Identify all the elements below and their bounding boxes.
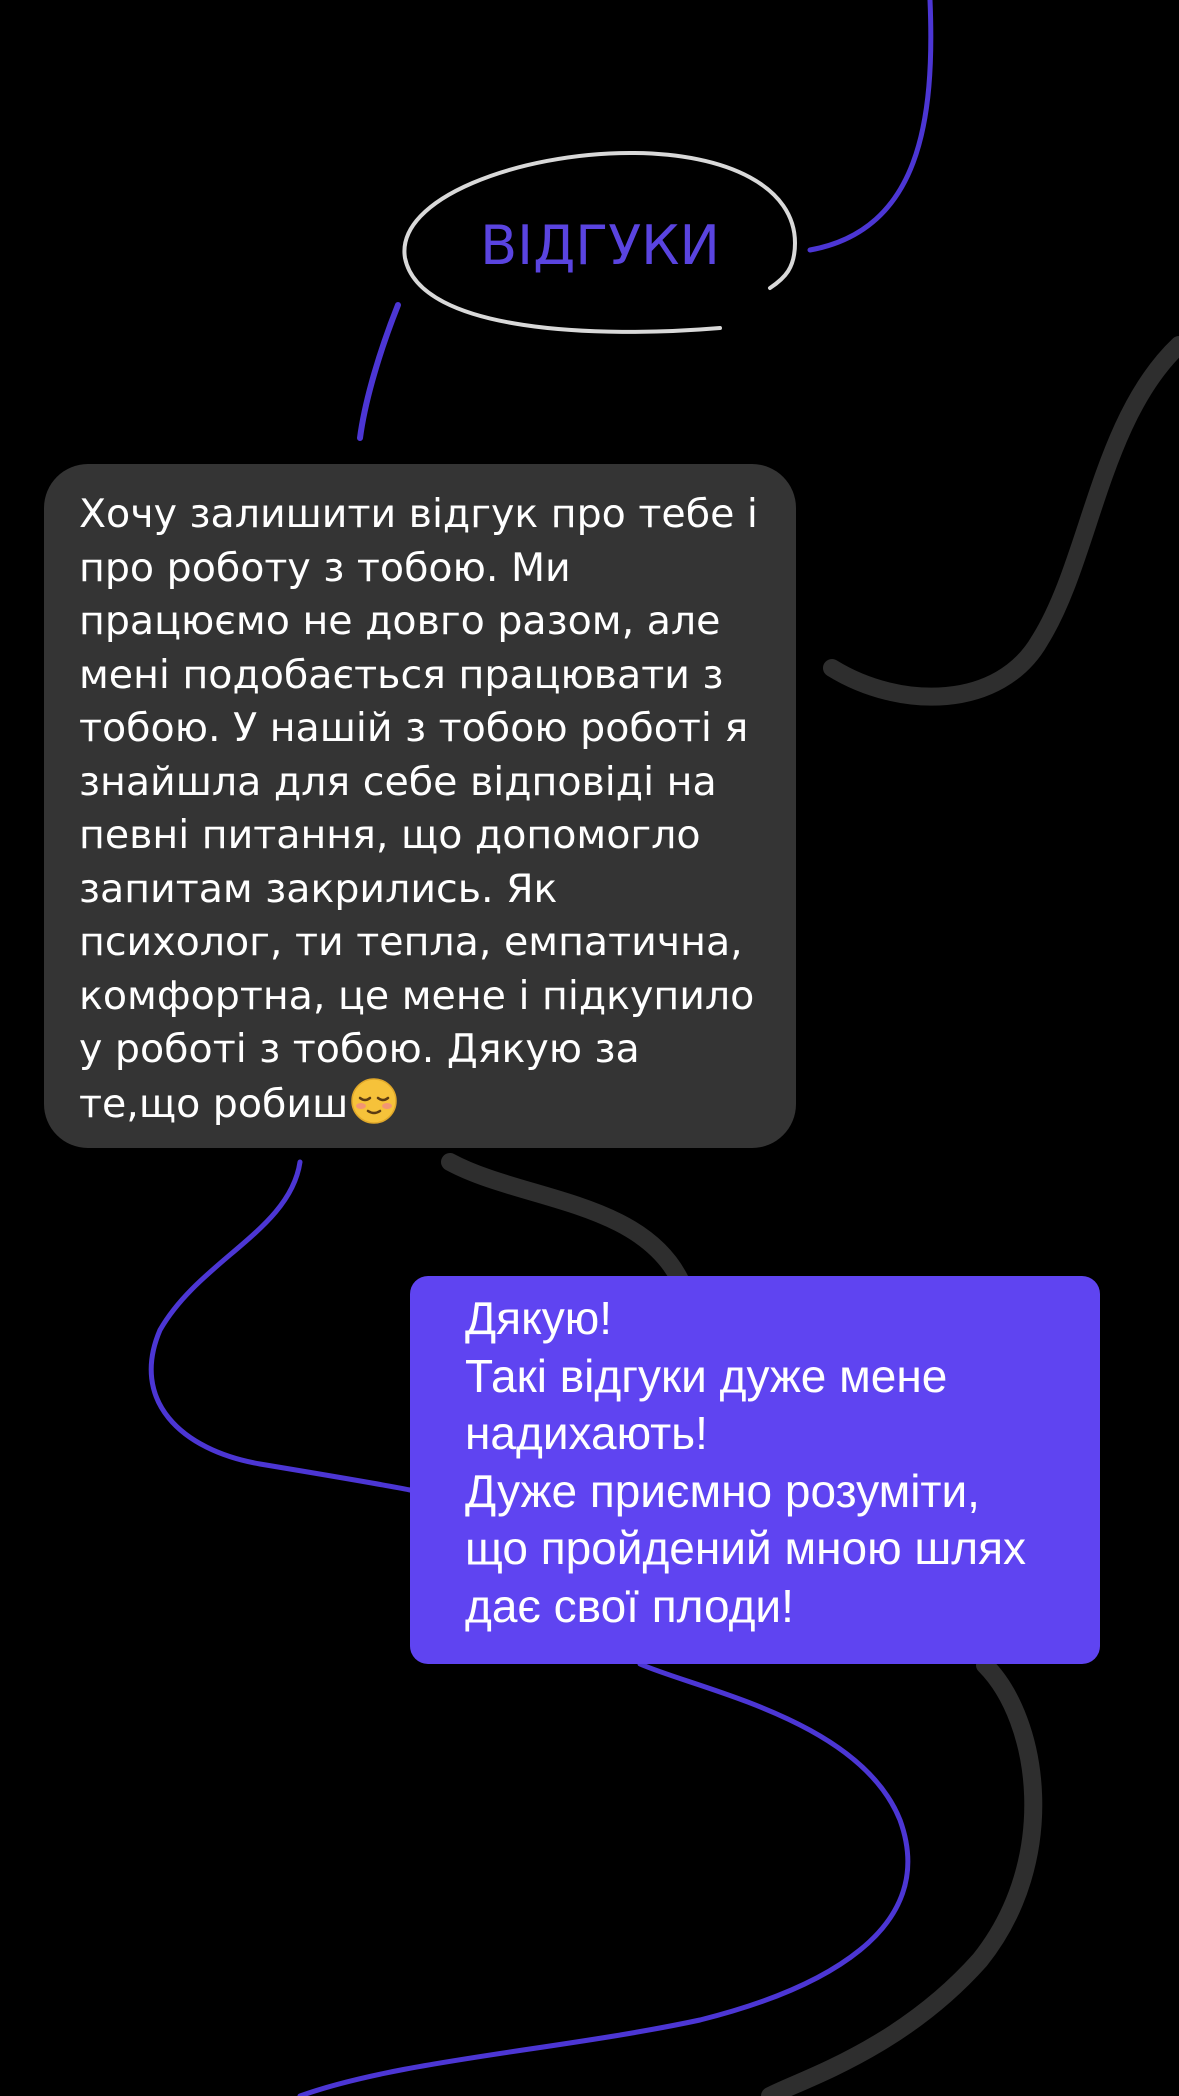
title-badge: ВІДГУКИ — [400, 148, 800, 348]
purple-curve-title-left — [357, 302, 401, 441]
review-text: Хочу залишити відгук про тебе і про робо… — [79, 488, 772, 1131]
reply-bubble: Дякую! Такі відгуки дуже мене надихають!… — [410, 1276, 1100, 1664]
gray-curve-middle — [441, 1153, 689, 1289]
page-title: ВІДГУКИ — [480, 214, 720, 277]
review-text-content: Хочу залишити відгук про тебе і про робо… — [79, 491, 758, 1127]
reply-text: Дякую! Такі відгуки дуже мене надихають!… — [465, 1292, 1027, 1632]
gray-curve-top — [823, 336, 1179, 706]
purple-curve-bottom — [297, 1661, 911, 2096]
purple-curve-loop — [148, 1159, 413, 1493]
purple-curve-top — [807, 0, 934, 253]
relieved-face-icon — [351, 1077, 397, 1124]
review-bubble: Хочу залишити відгук про тебе і про робо… — [44, 464, 796, 1148]
